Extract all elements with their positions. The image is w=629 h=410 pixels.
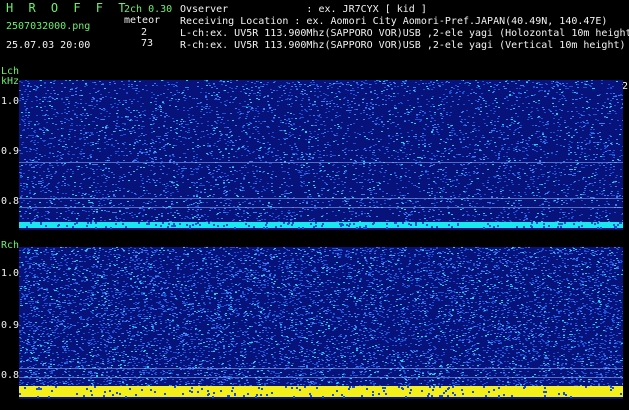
khz-unit-label: kHz — [1, 76, 20, 87]
meteor-label: meteor — [124, 15, 161, 26]
rch-ytick-0-9: 0.9 — [1, 320, 20, 331]
lch-ytick-1-0: 1.0 — [1, 96, 20, 107]
rch-ytick-0-8: 0.8 — [1, 370, 20, 381]
rch-info-line: R-ch:ex. UV5R 113.900Mhz(SAPPORO VOR)USB… — [180, 40, 626, 51]
lch-ytick-0-8: 0.8 — [1, 196, 20, 207]
observer-line: Ovserver : ex. JR7CYX [ kid ] — [180, 4, 427, 15]
rch-ytick-1-0: 1.0 — [1, 268, 20, 279]
lch-info-line: L-ch:ex. UV5R 113.900Mhz(SAPPORO VOR)USB… — [180, 28, 629, 39]
lch-waterfall-spectrogram — [19, 80, 623, 230]
lch-ytick-0-9: 0.9 — [1, 146, 20, 157]
location-line: Receiving Location : ex. Aomori City Aom… — [180, 16, 608, 27]
filename-text: 2507032000.png — [6, 21, 91, 32]
header-info: H R O F F T 2507032000.png 25.07.03 20:0… — [0, 0, 629, 78]
datetime-text: 25.07.03 20:00 — [6, 40, 91, 51]
app-title: H R O F F T — [6, 1, 130, 15]
rch-label: Rch — [1, 240, 20, 251]
meteor-count-rch: 73 — [141, 38, 154, 49]
rch-waterfall-spectrogram — [19, 247, 623, 399]
